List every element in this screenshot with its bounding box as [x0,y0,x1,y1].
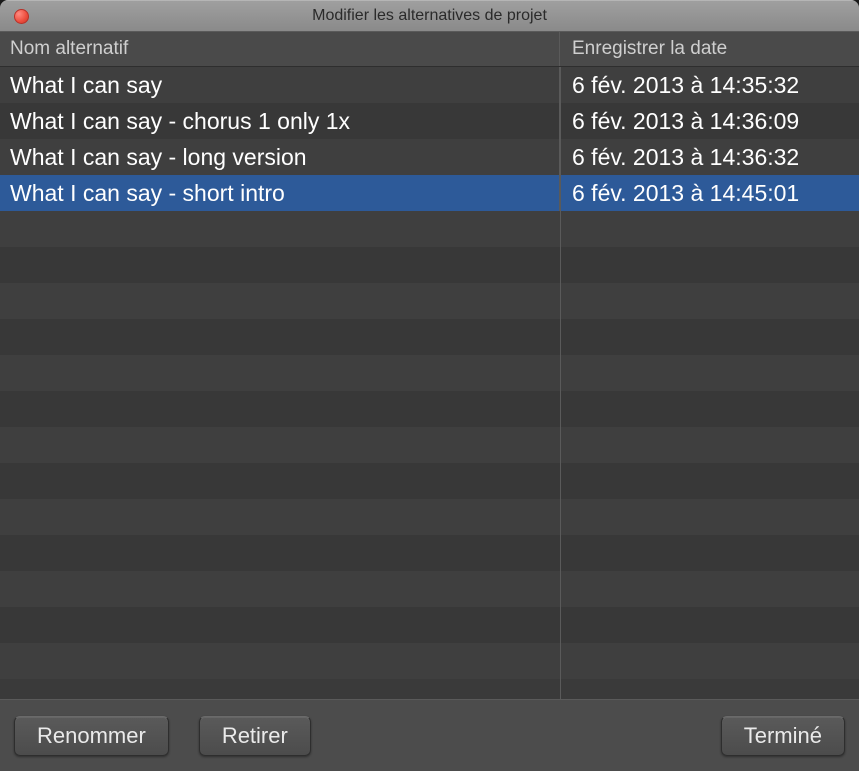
cell-name: What I can say - long version [0,139,560,175]
dialog-footer: Renommer Retirer Terminé [0,699,859,771]
cell-date: 6 fév. 2013 à 14:36:09 [560,103,859,139]
remove-button[interactable]: Retirer [199,716,311,756]
done-button[interactable]: Terminé [721,716,845,756]
titlebar: Modifier les alternatives de projet [0,0,859,32]
table-row[interactable]: What I can say - short intro6 fév. 2013 … [0,175,859,211]
cell-name: What I can say - short intro [0,175,560,211]
cell-date: 6 fév. 2013 à 14:36:32 [560,139,859,175]
column-header-date[interactable]: Enregistrer la date [560,32,859,66]
table-row[interactable]: What I can say - chorus 1 only 1x6 fév. … [0,103,859,139]
table-header: Nom alternatif Enregistrer la date [0,32,859,67]
cell-date: 6 fév. 2013 à 14:45:01 [560,175,859,211]
window-title: Modifier les alternatives de projet [0,7,859,25]
rename-button[interactable]: Renommer [14,716,169,756]
cell-date: 6 fév. 2013 à 14:35:32 [560,67,859,103]
table-row[interactable]: What I can say6 fév. 2013 à 14:35:32 [0,67,859,103]
column-header-name[interactable]: Nom alternatif [0,32,560,66]
cell-name: What I can say [0,67,560,103]
alternatives-list: What I can say6 fév. 2013 à 14:35:32What… [0,67,859,699]
cell-name: What I can say - chorus 1 only 1x [0,103,560,139]
traffic-lights [0,9,29,24]
table-row[interactable]: What I can say - long version6 fév. 2013… [0,139,859,175]
close-icon[interactable] [14,9,29,24]
dialog-window: Modifier les alternatives de projet Nom … [0,0,859,771]
